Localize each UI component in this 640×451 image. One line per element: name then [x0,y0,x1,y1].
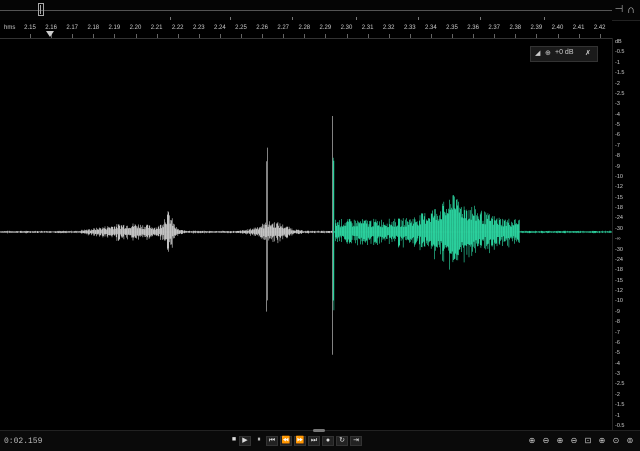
waveform-channel [0,116,612,355]
overview-viewport-handle[interactable] [38,3,44,16]
db-scale-label: -3 [615,371,620,378]
db-scale-label: -0.5 [615,423,625,429]
db-scale-label: -2 [615,80,620,87]
db-scale-label: -1.5 [615,402,625,409]
db-scale-label: -18 [615,267,623,274]
db-scale-label: -30 [615,225,623,232]
db-scale-label: -6 [615,132,620,139]
db-scale-label: -4 [615,111,620,118]
hud-gain-label: +0 dB [555,49,574,56]
db-scale-label: -1 [615,412,620,419]
headphones-icon[interactable]: ∩ [624,4,638,16]
db-scale-label: -12 [615,184,623,191]
zoom-fit-icon[interactable]: ⊚ [624,436,636,446]
zoom-selection-icon[interactable]: ⊙ [610,436,622,446]
db-scale-label: -12 [615,288,623,295]
ruler-tick-label: 2.34 [425,25,437,31]
ruler-tick-label: 2.33 [403,25,416,31]
db-scale-label: -15 [615,194,623,201]
db-scale-label: -30 [615,246,623,253]
horizontal-scroll-thumb[interactable] [313,429,325,432]
zoom-in-amplitude-icon[interactable]: ⊕ [526,436,538,446]
level-hud[interactable]: ◢ ⊕ +0 dB ✗ [530,46,598,62]
db-scale-label: -4 [615,360,620,367]
ruler-tick-label: 2.41 [572,25,585,31]
pause-icon[interactable]: ⏸ [253,436,265,446]
ruler-tick-label: 2.29 [319,25,332,31]
db-scale-label: -7 [615,142,620,149]
db-scale-label: -2.5 [615,381,625,388]
zoom-out-time-icon[interactable]: ⊖ [568,436,580,446]
db-scale-label: -10 [615,173,623,180]
knob-icon[interactable]: ⊕ [545,49,551,57]
db-scale-label: -8 [615,319,620,326]
db-scale-label: -5 [615,122,620,129]
zoom-out-full-icon[interactable]: ⊡ [582,436,594,446]
ruler-tick-label: 2.15 [24,25,36,31]
db-scale-label: -6 [615,339,620,346]
overview-track [0,10,612,24]
waveform-unselected [0,116,333,355]
db-scale-label: -2 [615,391,620,398]
db-scale-label: -9 [615,308,620,315]
fast-forward-button[interactable]: ⏩ [294,436,306,446]
ruler-tick-label: 2.25 [235,25,247,31]
ruler-tick-label: 2.40 [551,25,564,31]
ruler-tick-label: 2.28 [298,25,311,31]
ruler-tick-label: 2.23 [192,25,205,31]
db-scale-label: -∞ [615,236,621,243]
db-scale-label: -24 [615,256,623,263]
db-scale-label: -18 [615,205,623,212]
db-scale-label: -1 [615,59,620,66]
ruler-tick-label: 2.26 [256,25,268,31]
ruler-tick-label: 2.36 [467,25,479,31]
ruler-tick-label: 2.18 [87,25,100,31]
play-button[interactable]: ▶ [239,436,251,446]
ruler-tick-label: 2.32 [382,25,395,31]
ruler-tick-label: 2.27 [277,25,290,31]
ruler-tick-label: 2.20 [129,25,142,31]
pin-icon[interactable]: ✗ [585,49,591,57]
go-to-start-button[interactable]: ⏮ [266,436,278,446]
db-scale-label: -2.5 [615,90,625,97]
current-time-display: 0:02.159 [4,437,43,446]
ruler-tick-label: 2.31 [361,25,374,31]
rewind-button[interactable]: ⏪ [280,436,292,446]
waveform-selected [332,157,612,311]
db-scale-label: -3 [615,101,620,108]
ruler-tick-label: 2.30 [340,25,353,31]
ruler-tick-label: 2.19 [108,25,121,31]
db-scale-label: -24 [615,215,623,222]
playhead-icon[interactable] [46,31,54,37]
ruler-tick-label: 2.21 [150,25,163,31]
db-scale-label: -0.5 [615,49,625,56]
db-scale: dB -0.5 -1 -1.5 -2 -2.5 -3 -4 -5 -6 -7 -8 -9 -10 -12 -1… [612,38,640,430]
time-unit-label: hms [4,25,16,31]
ruler-tick-label: 2.17 [66,25,79,31]
db-scale-label: -15 [615,277,623,284]
db-scale-label: -7 [615,329,620,336]
record-button[interactable]: ● [322,436,334,446]
waveform-display[interactable] [0,38,612,430]
zoom-in-point-icon[interactable]: ⊕ [596,436,608,446]
db-scale-label: -5 [615,350,620,357]
ruler-tick-label: 2.42 [593,25,606,31]
ruler-tick-label: 2.39 [530,25,543,31]
go-to-end-button[interactable]: ⏭ [308,436,320,446]
loop-button[interactable]: ↻ [336,436,348,446]
zoom-in-time-icon[interactable]: ⊕ [554,436,566,446]
level-icon[interactable]: ◢ [535,49,540,57]
db-scale-label: -1.5 [615,70,625,77]
db-scale-label: -10 [615,298,623,305]
skip-selection-button[interactable]: ⇥ [350,436,362,446]
ruler-tick-label: 2.35 [446,25,458,31]
zoom-out-amplitude-icon[interactable]: ⊖ [540,436,552,446]
db-scale-label: -8 [615,153,620,160]
db-scale-label: dB [615,39,622,45]
ruler-tick-label: 2.22 [171,25,184,31]
ruler-tick-label: 2.37 [488,25,501,31]
ruler-tick-label: 2.24 [214,25,226,31]
db-scale-label: -9 [615,163,620,170]
ruler-tick-label: 2.38 [509,25,522,31]
